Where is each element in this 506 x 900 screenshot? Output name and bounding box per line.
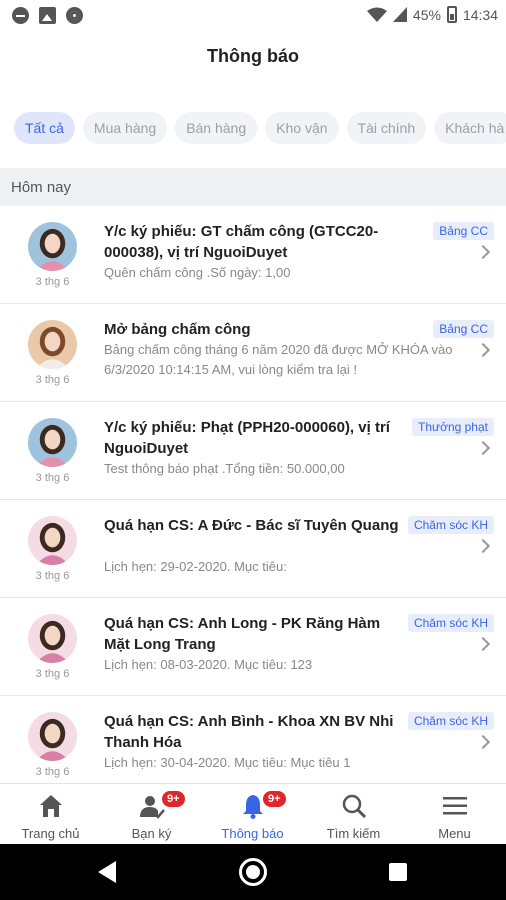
avatar [28,320,77,369]
home-icon [37,792,65,820]
tab-notifications[interactable]: Thông báo 9+ [202,784,303,845]
filter-chip[interactable]: Bán hàng [175,112,258,144]
chevron-right-icon [475,734,491,750]
count-badge: 9+ [160,789,187,809]
filter-chip[interactable]: Tất cả [14,112,75,144]
category-tag: Chăm sóc KH [407,516,494,534]
notification-title: Y/c ký phiếu: GT chấm công (GTCC20-00003… [104,223,379,261]
notification-item[interactable]: 3 thg 6 Mở bảng chấm công Bảng chấm công t… [0,304,506,402]
chevron-right-icon [475,538,491,554]
search-icon [340,792,368,820]
chevron-right-icon [475,342,491,358]
avatar [28,712,77,761]
notification-title: Mở bảng chấm công [104,321,251,338]
avatar [28,418,77,467]
notification-date: 3 thg 6 [35,668,70,680]
filter-chip[interactable]: Mua hàng [82,112,168,144]
tab-label: Thông báo [221,826,284,841]
tab-label: Tìm kiếm [326,826,381,841]
avatar [28,516,77,565]
count-badge: 9+ [261,789,288,809]
notification-item[interactable]: 3 thg 6 Y/c ký phiếu: Phạt (PPH20-000060)… [0,402,506,500]
image-icon [39,7,56,24]
notification-desc: Quên chấm công .Số ngày: 1,00 [104,265,291,280]
system-nav-bar [0,844,506,900]
category-tag: Bảng CC [433,222,494,240]
battery-icon [446,6,457,23]
notification-item[interactable]: 3 thg 6 Quá hạn CS: Anh Bình - Khoa XN BV… [0,696,506,783]
chevron-right-icon [475,636,491,652]
filter-chip[interactable]: Kho vận [265,112,339,144]
notification-desc: Lịch hẹn: 29-02-2020. Mục tiêu: [104,559,287,574]
tab-label: Bạn ký [131,826,172,841]
notification-desc: Bảng chấm công tháng 6 năm 2020 đã được … [104,342,453,377]
clock: 14:34 [462,6,498,23]
notification-desc: Test thông báo phạt .Tổng tiền: 50.000,0… [104,461,345,476]
notification-date: 3 thg 6 [35,276,70,288]
status-bar: 45% 14:34 [0,0,506,30]
notification-item[interactable]: 3 thg 6 Y/c ký phiếu: GT chấm công (GTCC2… [0,206,506,304]
notification-date: 3 thg 6 [35,374,70,386]
filter-chip[interactable]: Khách hà [434,112,506,144]
filter-chip[interactable]: Tài chính [346,112,427,144]
category-tag: Chăm sóc KH [407,614,494,632]
notification-date: 3 thg 6 [35,472,70,484]
battery-percent: 45% [412,6,441,23]
notification-title: Quá hạn CS: A Đức - Bác sĩ Tuyên Quang [104,517,399,534]
category-tag: Thưởng phạt [412,418,494,436]
notification-title: Quá hạn CS: Anh Bình - Khoa XN BV Nhi Th… [104,713,394,751]
wifi-icon [366,7,387,22]
notification-desc: Lịch hẹn: 30-04-2020. Mục tiêu: Mục tiêu… [104,755,351,770]
signal-icon [392,7,407,22]
category-tag: Bảng CC [433,320,494,338]
notification-date: 3 thg 6 [35,570,70,582]
notification-title: Y/c ký phiếu: Phạt (PPH20-000060), vị tr… [104,419,390,457]
avatar [28,614,77,663]
recent-apps-icon[interactable] [389,863,407,881]
tab-menu[interactable]: Menu [404,784,505,845]
back-icon[interactable] [98,861,116,883]
notification-desc: Lịch hẹn: 08-03-2020. Mục tiêu: 123 [104,657,313,672]
bottom-tab-bar: Trang chủ Bạn ký 9+ Thông báo 9+ Tìm kiếm Menu [0,783,506,844]
notification-item[interactable]: 3 thg 6 Quá hạn CS: A Đức - Bác sĩ Tuyên … [0,500,506,598]
tab-label: Menu [438,826,471,841]
category-tag: Chăm sóc KH [407,712,494,730]
tab-home[interactable]: Trang chủ [0,784,101,845]
circle-icon [66,7,83,24]
notification-date: 3 thg 6 [35,766,70,778]
page-title: Thông báo [207,46,299,66]
home-button-icon[interactable] [239,858,267,886]
tab-label: Trang chủ [21,826,80,841]
avatar [28,222,77,271]
notification-title: Quá hạn CS: Anh Long - PK Răng Hàm Mặt L… [104,615,381,653]
notification-list: 3 thg 6 Y/c ký phiếu: GT chấm công (GTCC2… [0,206,506,783]
filter-chips: Tất cả Mua hàng Bán hàng Kho vận Tài chính Kh… [14,112,506,144]
notification-item[interactable]: 3 thg 6 Quá hạn CS: Anh Long - PK Răng Hà… [0,598,506,696]
do-not-disturb-icon [12,7,29,24]
tab-search[interactable]: Tìm kiếm [303,784,404,845]
section-label: Hôm nay [11,179,72,196]
chevron-right-icon [475,244,491,260]
section-header: Hôm nay [0,168,506,206]
tab-sign[interactable]: Bạn ký 9+ [101,784,202,845]
chevron-right-icon [475,440,491,456]
menu-icon [441,792,469,820]
